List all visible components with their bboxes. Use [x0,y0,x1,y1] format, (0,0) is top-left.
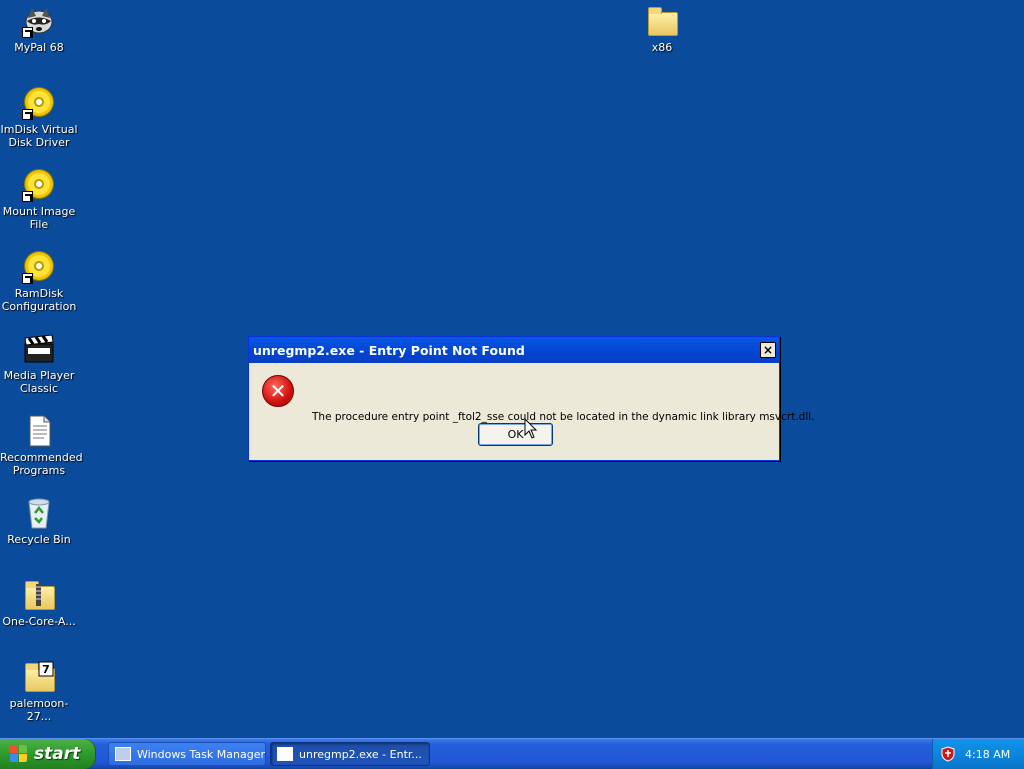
cd-disc-icon [22,86,56,120]
recycle-bin-icon [22,496,56,530]
zip-folder-icon [22,578,56,612]
desktop-icon-palemoon-archive[interactable]: 7 palemoon-27... [0,660,78,723]
desktop-icon-imdisk[interactable]: ImDisk Virtual Disk Driver [0,86,78,149]
clapperboard-icon [22,332,56,366]
desktop-icon-recycle-bin[interactable]: Recycle Bin [0,496,78,546]
desktop-icon-label: palemoon-27... [9,697,69,723]
taskbar-item-task-manager[interactable]: Windows Task Manager [108,742,266,766]
security-shield-icon[interactable] [941,746,955,762]
dialog-title: unregmp2.exe - Entry Point Not Found [253,342,525,358]
desktop-icon-label: Mount Image File [2,205,76,231]
desktop-icon-label: Recycle Bin [7,533,71,546]
taskbar-item-label: unregmp2.exe - Entr... [299,747,422,761]
window-icon [277,747,293,761]
mouse-cursor-icon [524,418,538,439]
desktop-icon-ramdisk[interactable]: RamDisk Configuration [0,250,78,313]
desktop-icon-label: ImDisk Virtual Disk Driver [0,123,78,149]
system-tray: 4:18 AM [932,739,1024,769]
desktop-icon-media-player[interactable]: Media Player Classic [0,332,78,395]
desktop-icon-label: RamDisk Configuration [1,287,77,313]
start-label: start [34,744,81,764]
shortcut-arrow-icon [22,109,33,120]
document-icon [22,414,56,448]
taskbar-item-unregmp2[interactable]: unregmp2.exe - Entr... [270,742,430,766]
cd-disc-icon [22,168,56,202]
windows-logo-icon [10,745,28,763]
close-icon: × [762,343,774,357]
desktop-icon-label: Media Player Classic [3,369,75,395]
desktop-icon-mount-image[interactable]: Mount Image File [0,168,78,231]
shortcut-arrow-icon [22,273,33,284]
cd-disc-icon [22,250,56,284]
desktop-icon-label: Recommended Programs [0,451,83,477]
error-dialog: unregmp2.exe - Entry Point Not Found × ✕… [248,336,815,461]
task-manager-icon [115,747,131,761]
7zip-archive-icon: 7 [22,660,56,694]
close-button[interactable]: × [760,342,776,358]
start-button[interactable]: start [0,739,96,769]
desktop-icon-label: One-Core-A... [2,615,76,628]
taskbar-item-label: Windows Task Manager [136,747,265,761]
desktop-icon-one-core-archive[interactable]: One-Core-A... [0,578,78,628]
desktop-icon-mypal[interactable]: MyPal 68 [0,4,78,54]
taskbar: start Windows Task Manager unregmp2.exe … [0,738,1024,769]
dialog-titlebar[interactable]: unregmp2.exe - Entry Point Not Found × [249,337,779,363]
clock[interactable]: 4:18 AM [965,748,1010,761]
desktop-icon-x86-folder[interactable]: x86 [623,4,701,54]
desktop-icon-label: MyPal 68 [14,41,64,54]
desktop-icon-label: x86 [651,41,673,54]
svg-text:7: 7 [42,663,50,676]
error-message: The procedure entry point _ftol2_sse cou… [312,411,815,423]
error-icon: ✕ [262,375,294,407]
shortcut-arrow-icon [22,27,33,38]
folder-icon [645,4,679,38]
ok-button[interactable]: OK [478,423,553,446]
raccoon-app-icon [22,4,56,38]
shortcut-arrow-icon [22,191,33,202]
desktop-icon-recommended-programs[interactable]: Recommended Programs [0,414,83,477]
